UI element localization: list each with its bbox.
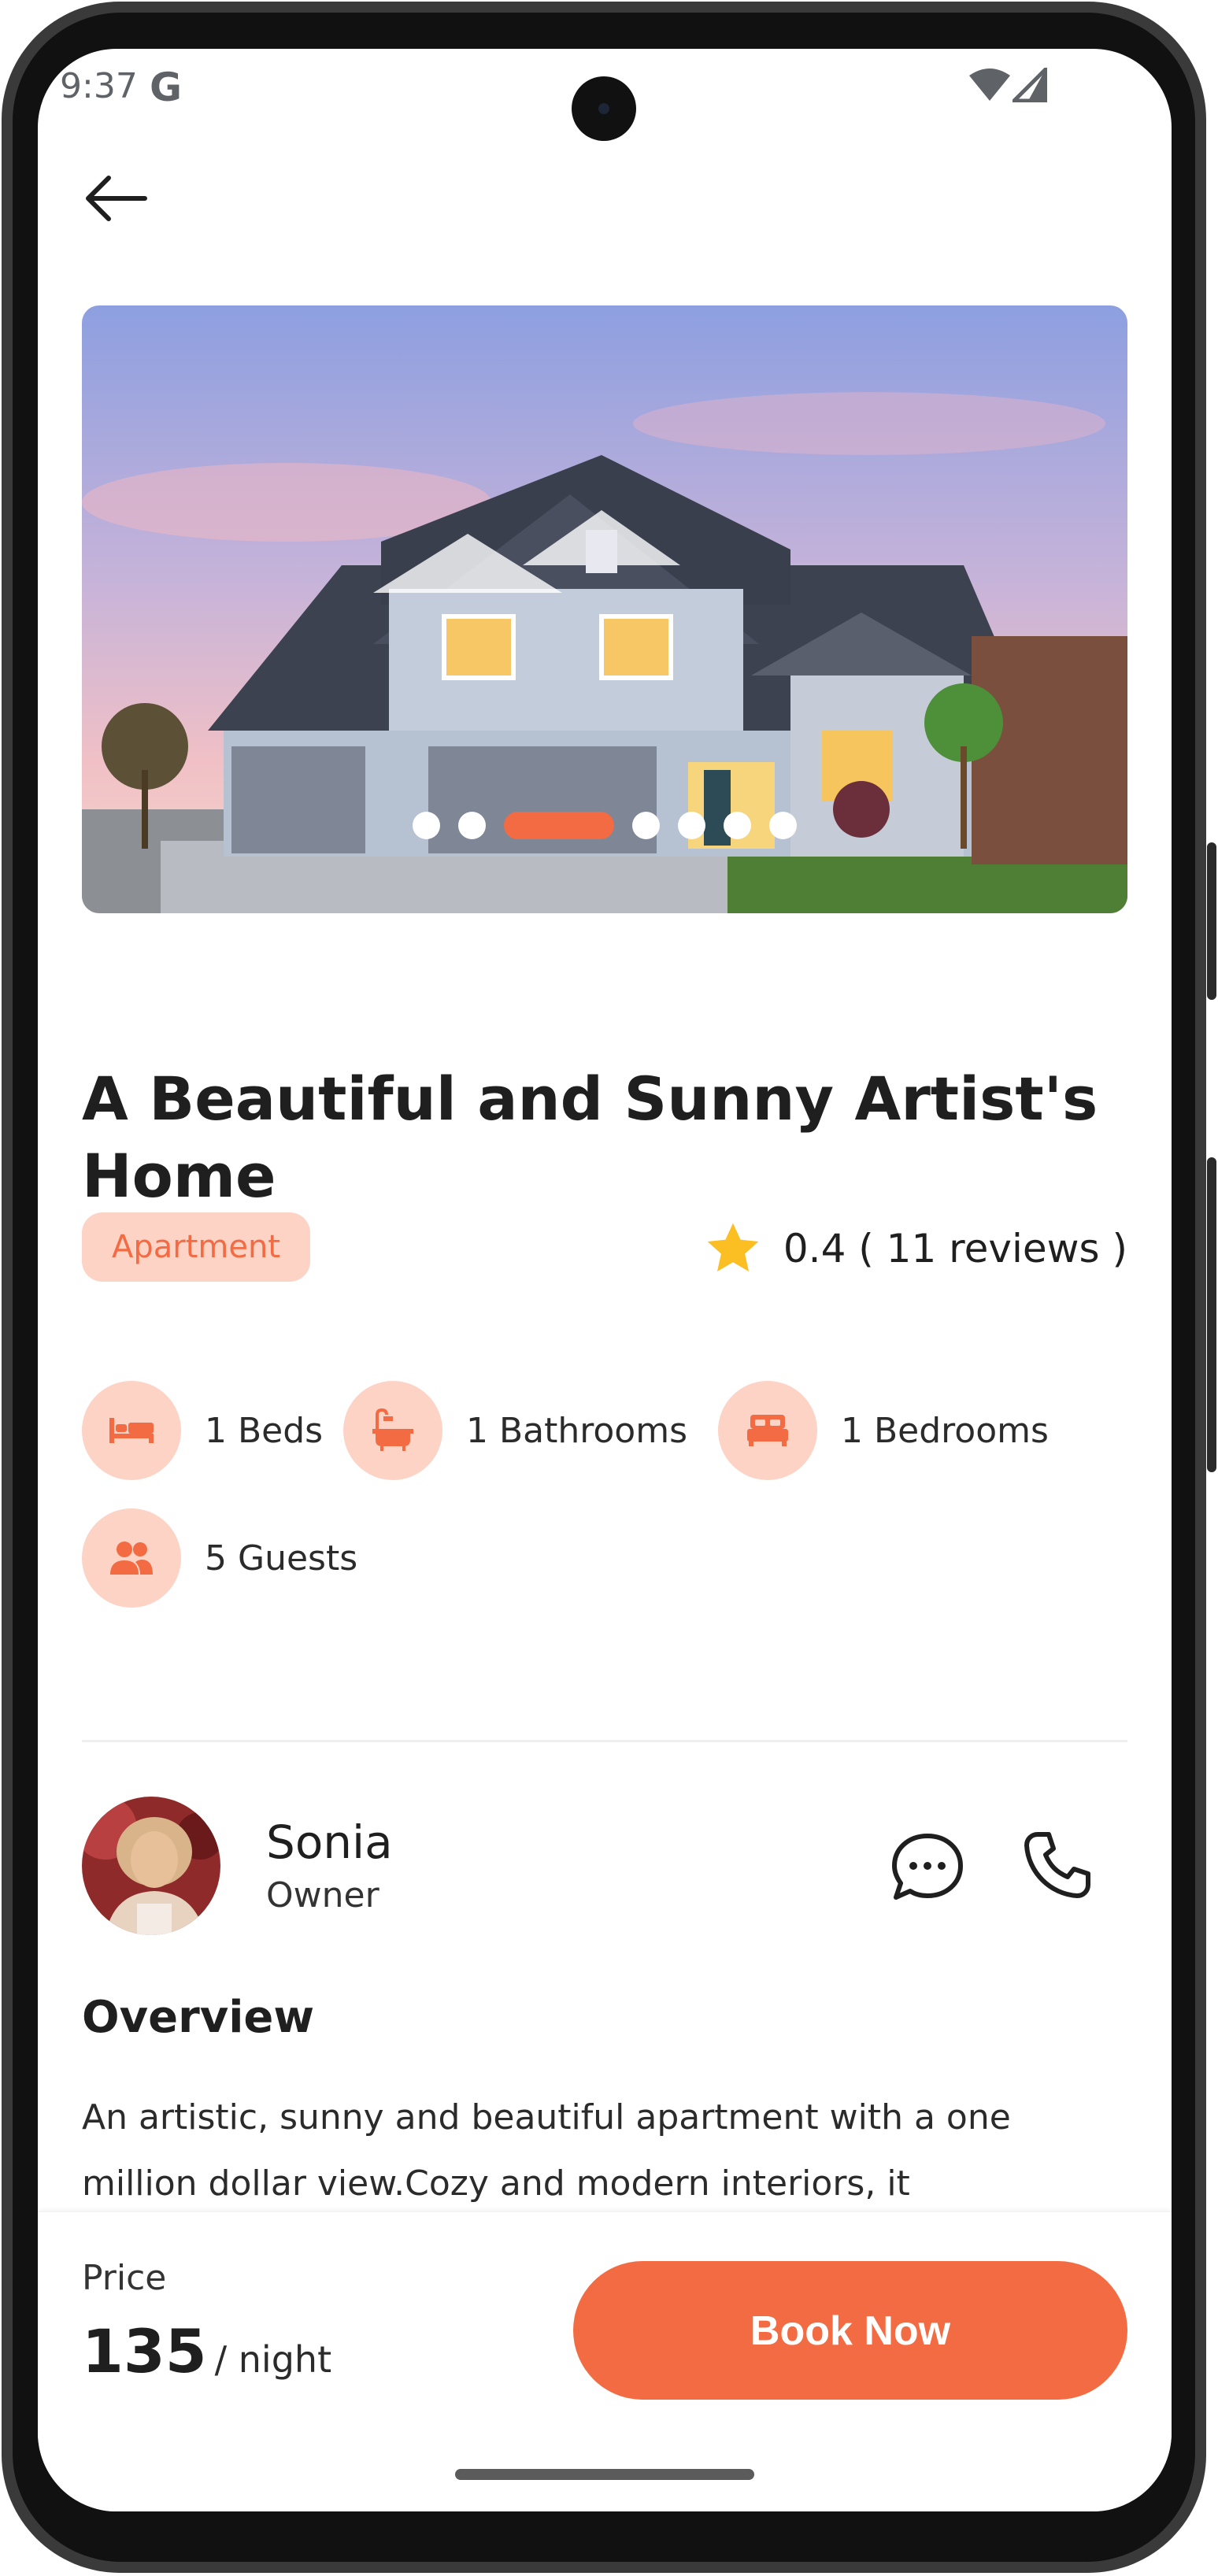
front-camera xyxy=(572,76,636,141)
amenity-label: 1 Bedrooms xyxy=(841,1410,1049,1451)
carousel-dot[interactable] xyxy=(724,811,751,839)
listing-title: A Beautiful and Sunny Artist's Home xyxy=(82,1064,1098,1211)
chat-button[interactable] xyxy=(888,1828,967,1907)
owner-role: Owner xyxy=(266,1875,379,1915)
wifi-icon xyxy=(969,68,1010,101)
owner-name: Sonia xyxy=(266,1815,393,1869)
bed-icon xyxy=(82,1381,181,1480)
amenity-beds: 1 Beds xyxy=(82,1381,323,1480)
power-button xyxy=(1207,1157,1216,1472)
price-value: 135 xyxy=(82,2316,207,2386)
price: 135 / night xyxy=(82,2316,331,2386)
amenity-guests: 5 Guests xyxy=(82,1508,357,1608)
google-g-icon: G xyxy=(150,65,183,110)
photo-carousel[interactable] xyxy=(82,305,1127,913)
amenity-label: 1 Beds xyxy=(205,1410,324,1451)
carousel-dot[interactable] xyxy=(632,811,660,839)
app-screen: 9:37 G A Beautiful and Sunny Artist's Ho… xyxy=(38,49,1172,2511)
price-label: Price xyxy=(82,2258,167,2298)
book-now-button[interactable]: Book Now xyxy=(573,2261,1127,2400)
carousel-dot[interactable] xyxy=(678,811,705,839)
owner-avatar[interactable] xyxy=(82,1797,220,1935)
double-bed-icon xyxy=(718,1381,817,1480)
status-time: 9:37 xyxy=(60,66,138,106)
owner-photo xyxy=(82,1797,220,1935)
rating-text: 0.4 ( 11 reviews ) xyxy=(783,1226,1127,1271)
amenity-bedrooms: 1 Bedrooms xyxy=(718,1381,1049,1480)
carousel-dot[interactable] xyxy=(769,811,797,839)
amenity-label: 5 Guests xyxy=(205,1538,358,1579)
chat-bubble-icon xyxy=(892,1834,963,1900)
amenity-bathrooms: 1 Bathrooms xyxy=(343,1381,687,1480)
bathtub-icon xyxy=(343,1381,442,1480)
amenity-label: 1 Bathrooms xyxy=(466,1410,688,1451)
arrow-left-icon xyxy=(86,176,147,221)
star-icon xyxy=(707,1223,759,1271)
cell-signal-icon xyxy=(1013,68,1047,102)
rating[interactable]: 0.4 ( 11 reviews ) xyxy=(703,1214,1127,1283)
phone-frame: 9:37 G A Beautiful and Sunny Artist's Ho… xyxy=(0,0,1218,2576)
people-icon xyxy=(82,1508,181,1608)
section-divider xyxy=(82,1740,1127,1742)
carousel-dot[interactable] xyxy=(413,811,440,839)
carousel-dot[interactable] xyxy=(458,811,486,839)
carousel-dot[interactable] xyxy=(504,811,614,839)
property-type-badge: Apartment xyxy=(82,1212,310,1282)
call-button[interactable] xyxy=(1022,1830,1101,1908)
carousel-dots xyxy=(82,809,1127,841)
price-unit: / night xyxy=(214,2338,332,2381)
volume-button xyxy=(1207,842,1216,1000)
overview-heading: Overview xyxy=(82,1992,315,2043)
back-button[interactable] xyxy=(77,159,156,238)
status-bar: 9:37 G xyxy=(38,49,1172,141)
phone-icon xyxy=(1024,1832,1090,1898)
home-indicator[interactable] xyxy=(455,2469,754,2480)
